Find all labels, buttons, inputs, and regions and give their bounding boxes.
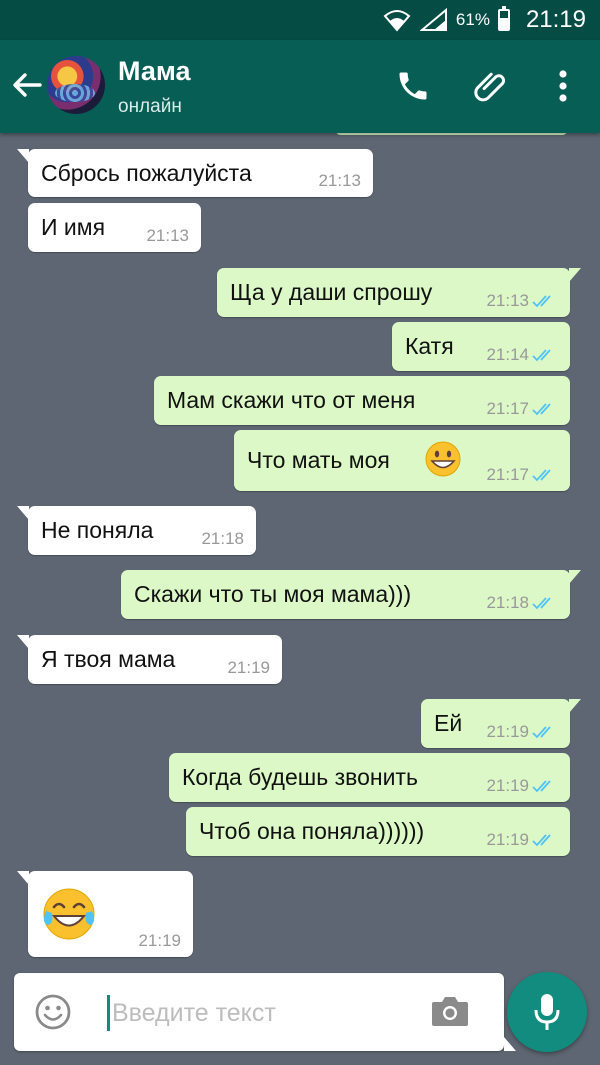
text-cursor <box>107 995 110 1031</box>
clock: 21:19 <box>525 6 586 33</box>
chat-area: Сбрось пожалуйста 21:13 И имя 21:13 Ща у… <box>0 133 600 965</box>
message-outgoing[interactable]: Когда будешь звонить 21:19 <box>169 753 570 802</box>
message-time: 21:19 <box>138 931 181 950</box>
message-incoming[interactable]: 21:19 <box>17 871 193 957</box>
message-outgoing[interactable]: Скажи что ты моя мама))) 21:18 <box>121 570 581 619</box>
message-time: 21:19 <box>486 830 529 849</box>
double-check-icon <box>532 469 551 482</box>
message-time: 21:17 <box>486 465 529 484</box>
status-bar: 61% 21:19 <box>0 0 600 40</box>
message-time: 21:19 <box>227 658 270 677</box>
message-incoming[interactable]: И имя 21:13 <box>28 203 201 252</box>
message-incoming[interactable]: Сбрось пожалуйста 21:13 <box>17 149 373 197</box>
message-input[interactable]: Введите текст <box>112 999 276 1028</box>
battery-percent: 61% <box>455 10 490 29</box>
message-text: И имя <box>41 214 106 240</box>
message-text: Катя <box>405 333 454 359</box>
message-outgoing[interactable]: Ей 21:19 <box>421 699 581 748</box>
contact-name[interactable]: Мама <box>118 56 190 87</box>
message-time: 21:18 <box>486 593 529 612</box>
double-check-icon <box>532 780 551 793</box>
message-outgoing[interactable]: Мам скажи что от меня 21:17 <box>154 376 570 425</box>
previous-message-bubble <box>335 133 568 135</box>
tears-of-joy-icon <box>43 888 95 940</box>
double-check-icon <box>532 295 551 308</box>
message-incoming[interactable]: Не поняла 21:18 <box>17 506 256 555</box>
chat-header: Мама онлайн <box>0 40 600 133</box>
paperclip-icon[interactable] <box>473 68 511 106</box>
smiley-icon[interactable] <box>34 993 72 1031</box>
contact-status: онлайн <box>118 96 182 117</box>
message-incoming[interactable]: Я твоя мама 21:19 <box>17 635 282 684</box>
arrow-left-icon[interactable] <box>10 68 44 102</box>
message-time: 21:13 <box>146 226 189 245</box>
double-check-icon <box>532 726 551 739</box>
grinning-face-icon <box>425 441 461 477</box>
message-time: 21:13 <box>318 171 361 190</box>
message-outgoing[interactable]: Ща у даши спрошу 21:13 <box>217 268 581 317</box>
avatar[interactable] <box>47 56 105 114</box>
message-text: Чтоб она поняла)))))) <box>199 818 425 844</box>
wifi-icon <box>383 10 411 32</box>
double-check-icon <box>532 403 551 416</box>
message-time: 21:18 <box>201 529 244 548</box>
double-check-icon <box>532 597 551 610</box>
double-check-icon <box>532 834 551 847</box>
message-time: 21:17 <box>486 399 529 418</box>
message-outgoing[interactable]: Что мать моя 21:17 <box>234 430 570 491</box>
message-text: Не поняла <box>41 517 154 543</box>
message-text: Что мать моя <box>247 447 390 473</box>
message-text: Я твоя мама <box>41 646 176 672</box>
message-text: Ща у даши спрошу <box>230 279 433 305</box>
message-outgoing[interactable]: Катя 21:14 <box>392 322 570 371</box>
battery-icon <box>497 6 510 31</box>
message-text: Мам скажи что от меня <box>167 387 416 413</box>
camera-icon[interactable] <box>430 993 470 1029</box>
phone-icon[interactable] <box>395 68 431 104</box>
message-text: Сбрось пожалуйста <box>41 160 252 186</box>
message-time: 21:19 <box>486 776 529 795</box>
message-text: Ей <box>434 710 463 736</box>
message-time: 21:19 <box>486 722 529 741</box>
mic-icon <box>534 994 560 1030</box>
more-vert-icon[interactable] <box>550 68 576 104</box>
message-composer: Введите текст <box>14 973 516 1051</box>
signal-icon <box>419 8 447 31</box>
message-outgoing[interactable]: Чтоб она поняла)))))) 21:19 <box>186 807 570 856</box>
message-text: Когда будешь звонить <box>182 764 418 790</box>
double-check-icon <box>532 349 551 362</box>
mic-button[interactable] <box>507 972 587 1052</box>
message-text: Скажи что ты моя мама))) <box>134 581 412 607</box>
message-time: 21:13 <box>486 291 529 310</box>
message-time: 21:14 <box>486 345 529 364</box>
